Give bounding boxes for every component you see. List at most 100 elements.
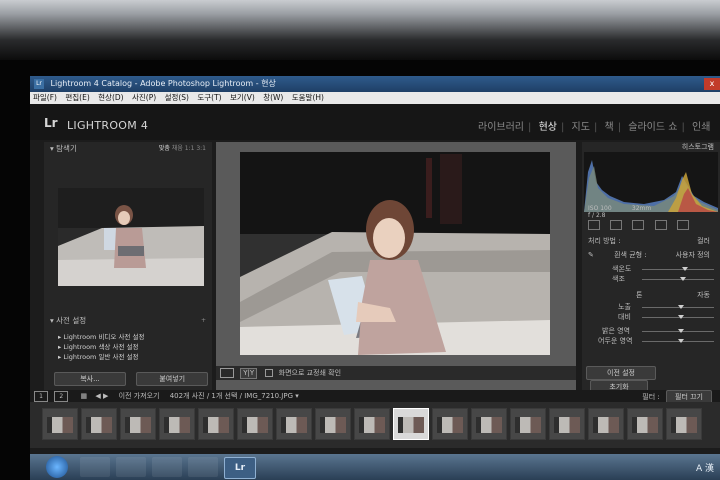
filmstrip-thumbnail[interactable] (120, 408, 156, 440)
treatment-color[interactable]: 컬러 (697, 236, 710, 246)
thumbnail-image (203, 417, 229, 433)
filmstrip-thumbnail[interactable] (42, 408, 78, 440)
source-label[interactable]: 이전 가져오기 (119, 392, 160, 400)
module-slideshow[interactable]: 슬라이드 쇼 (626, 122, 679, 133)
loupe-view-icon[interactable] (220, 368, 234, 378)
white-balance-select[interactable]: 사용자 정의 (676, 250, 710, 260)
presets-header[interactable]: ▾ 사전 설정 + (44, 314, 212, 328)
navigator-header[interactable]: ▾ 탐색기 맞춤 채움 1:1 3:1 (44, 142, 212, 156)
filmstrip-thumbnail[interactable] (627, 408, 663, 440)
menu-window[interactable]: 창(W) (260, 93, 286, 102)
menu-settings[interactable]: 설정(S) (162, 93, 192, 102)
adjustment-brush-icon[interactable] (676, 220, 689, 230)
ie-taskbar-icon[interactable] (80, 457, 110, 477)
filmstrip-thumbnail[interactable] (666, 408, 702, 440)
main-photo[interactable] (240, 152, 550, 355)
media-taskbar-icon[interactable] (152, 457, 182, 477)
thumbnail-image (671, 417, 697, 433)
softproof-checkbox[interactable] (265, 369, 274, 377)
spot-removal-icon[interactable] (610, 220, 623, 230)
zoom-1to1[interactable]: 1:1 (185, 145, 195, 152)
loupe-view[interactable] (216, 142, 576, 430)
main-screen-button[interactable]: 1 (34, 391, 48, 402)
before-after-button[interactable]: Y|Y (240, 368, 258, 379)
explorer-taskbar-icon[interactable] (116, 457, 146, 477)
module-book[interactable]: 책 (603, 122, 616, 133)
list-item[interactable]: ▸ Lightroom 비디오 사전 설정 (54, 332, 210, 342)
second-screen-button[interactable]: 2 (54, 391, 69, 402)
filmstrip-thumbnail[interactable] (549, 408, 585, 440)
menu-help[interactable]: 도움말(H) (289, 93, 327, 102)
navigator-preview[interactable] (58, 188, 204, 286)
filmstrip[interactable] (30, 402, 720, 448)
filmstrip-thumbnail[interactable] (354, 408, 390, 440)
tint-slider[interactable] (642, 277, 714, 281)
monitor-bezel (0, 0, 720, 60)
histogram-title: 히스토그램 (681, 143, 714, 151)
window-titlebar[interactable]: Lr Lightroom 4 Catalog - Adobe Photoshop… (30, 76, 720, 92)
menu-develop[interactable]: 현상(D) (95, 93, 126, 102)
thumbnail-image (554, 417, 580, 433)
chevron-down-icon[interactable]: ▾ (295, 392, 299, 400)
module-print[interactable]: 인쇄 (690, 122, 712, 133)
filmstrip-thumbnail[interactable] (510, 408, 546, 440)
paste-button[interactable]: 붙여넣기 (136, 372, 209, 386)
filmstrip-thumbnail[interactable] (159, 408, 195, 440)
highlights-slider[interactable] (642, 329, 714, 333)
tool-strip (588, 220, 716, 230)
loupe-toolbar: Y|Y 화면으로 교정쇄 확인 (216, 366, 576, 380)
menu-tools[interactable]: 도구(T) (194, 93, 224, 102)
filmstrip-thumbnail[interactable] (276, 408, 312, 440)
thumbnail-image (515, 417, 541, 433)
temp-slider[interactable] (642, 267, 714, 271)
crop-tool-icon[interactable] (588, 220, 600, 230)
zoom-fit[interactable]: 맞춤 (159, 145, 170, 152)
start-button-icon[interactable] (46, 456, 68, 478)
lightroom-taskbar-button[interactable]: Lr (224, 457, 256, 479)
copy-button[interactable]: 복사... (54, 372, 126, 386)
module-map[interactable]: 지도 (570, 122, 592, 133)
grid-view-icon[interactable]: ▦ (80, 392, 87, 400)
menu-photo[interactable]: 사진(P) (129, 93, 159, 102)
graduated-filter-icon[interactable] (654, 220, 667, 230)
eyedropper-icon[interactable]: ✎ (588, 251, 596, 259)
contrast-slider[interactable] (642, 315, 714, 319)
navigator-zoom: 맞춤 채움 1:1 3:1 (159, 142, 206, 156)
zoom-fill[interactable]: 채움 (172, 145, 183, 152)
add-preset-icon[interactable]: + (201, 314, 206, 328)
auto-tone-button[interactable]: 자동 (697, 290, 710, 300)
product-name: LIGHTROOM 4 (67, 119, 149, 132)
menu-edit[interactable]: 편집(E) (62, 93, 92, 102)
thumbnail-image (593, 417, 619, 433)
filmstrip-thumbnail[interactable] (432, 408, 468, 440)
module-library[interactable]: 라이브러리 (476, 122, 526, 133)
list-item[interactable]: ▸ Lightroom 일반 사전 설정 (54, 352, 210, 362)
back-arrow-icon[interactable]: ◀ (95, 392, 100, 400)
histogram[interactable] (584, 152, 718, 212)
filmstrip-thumbnail[interactable] (471, 408, 507, 440)
red-eye-icon[interactable] (632, 220, 645, 230)
contrast-row: 대비 (588, 312, 716, 322)
forward-arrow-icon[interactable]: ▶ (103, 392, 108, 400)
filmstrip-thumbnail[interactable] (81, 408, 117, 440)
chrome-taskbar-icon[interactable] (188, 457, 218, 477)
exif-aperture: f / 2.8 (588, 212, 606, 219)
list-item[interactable]: ▸ Lightroom 색상 사전 설정 (54, 342, 210, 352)
exposure-slider[interactable] (642, 305, 714, 309)
filmstrip-thumbnail[interactable] (393, 408, 429, 440)
previous-button[interactable]: 이전 설정 (586, 366, 656, 380)
shadows-row: 어두운 영역 (588, 336, 716, 346)
filmstrip-thumbnail[interactable] (315, 408, 351, 440)
close-icon[interactable]: x (704, 78, 720, 90)
windows-taskbar: Lr A 漢 (30, 454, 720, 480)
filmstrip-thumbnail[interactable] (198, 408, 234, 440)
menu-view[interactable]: 보기(V) (227, 93, 258, 102)
zoom-3to1[interactable]: 3:1 (196, 145, 206, 152)
tint-row: 색조 (588, 274, 716, 284)
filmstrip-thumbnail[interactable] (588, 408, 624, 440)
system-tray[interactable]: A 漢 (696, 461, 714, 474)
module-develop[interactable]: 현상 (537, 122, 559, 133)
shadows-slider[interactable] (642, 339, 714, 343)
menu-file[interactable]: 파일(F) (30, 93, 60, 102)
filmstrip-thumbnail[interactable] (237, 408, 273, 440)
